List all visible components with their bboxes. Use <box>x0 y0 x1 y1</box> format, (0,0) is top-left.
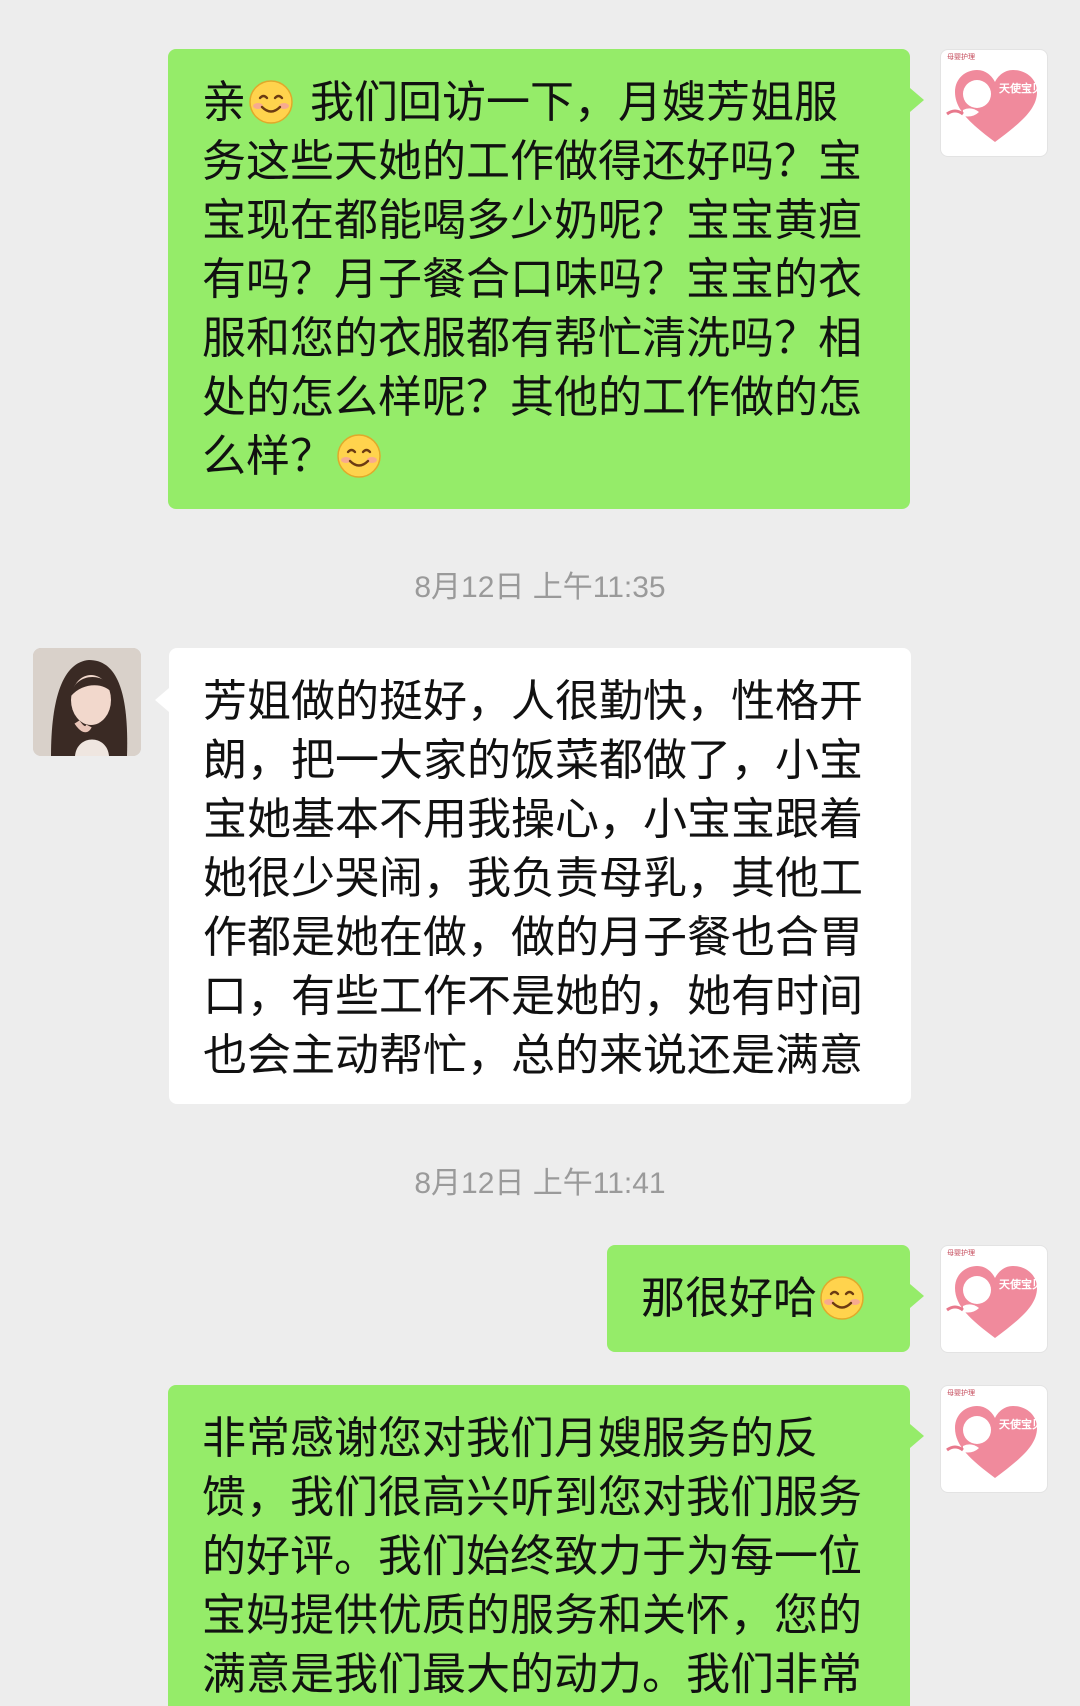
bubble-tail <box>910 1424 924 1448</box>
message-text-segment: 非常感谢您对我们月嫂服务的反馈，我们很高兴听到您对我们服务的好评。我们始终致力于… <box>202 1413 862 1700</box>
user-avatar[interactable] <box>33 648 141 756</box>
brand-heart-logo-icon <box>946 1266 1037 1338</box>
user-avatar-photo-icon <box>33 648 141 756</box>
message-bubble-outgoing[interactable]: 亲 我们回访一下，月嫂芳姐服务这些天她的工作做得还好吗？宝宝现在都能喝多少奶呢？… <box>168 49 910 509</box>
timestamp: 8月12日 上午11:41 <box>414 1167 666 1200</box>
message-text-segment: 芳姐做的挺好，人很勤快，性格开朗，把一大家的饭菜都做了，小宝宝她基本不用我操心，… <box>203 676 863 1081</box>
message-bubble-outgoing[interactable]: 非常感谢您对我们月嫂服务的反馈，我们很高兴听到您对我们服务的好评。我们始终致力于… <box>168 1385 910 1706</box>
message-bubble-outgoing[interactable]: 那很好哈 <box>607 1245 910 1352</box>
smiling-face-emoji-icon <box>820 1276 864 1320</box>
brand-name: 天使宝贝 <box>999 1418 1043 1431</box>
brand-heart-logo-icon <box>946 1406 1037 1478</box>
brand-avatar[interactable]: 母婴护理 天使宝贝 <box>940 1385 1048 1493</box>
message-text-segment: 那很好哈 <box>641 1273 817 1324</box>
message-text-segment: 亲 <box>202 77 246 128</box>
message-bubble-incoming[interactable]: 芳姐做的挺好，人很勤快，性格开朗，把一大家的饭菜都做了，小宝宝她基本不用我操心，… <box>169 648 911 1104</box>
bubble-tail <box>155 688 169 712</box>
smiling-face-emoji-icon <box>249 80 293 124</box>
brand-avatar[interactable]: 母婴护理 天使宝贝 <box>940 1245 1048 1353</box>
message-text: 芳姐做的挺好，人很勤快，性格开朗，把一大家的饭菜都做了，小宝宝她基本不用我操心，… <box>203 672 877 1085</box>
bubble-tail <box>910 88 924 112</box>
message-text: 亲 我们回访一下，月嫂芳姐服务这些天她的工作做得还好吗？宝宝现在都能喝多少奶呢？… <box>202 73 876 486</box>
brand-avatar[interactable]: 母婴护理 天使宝贝 <box>940 49 1048 157</box>
brand-heart-logo-icon <box>946 70 1037 142</box>
message-text: 那很好哈 <box>641 1269 880 1328</box>
message-text-segment: 我们回访一下，月嫂芳姐服务这些天她的工作做得还好吗？宝宝现在都能喝多少奶呢？宝宝… <box>202 77 862 482</box>
brand-name: 天使宝贝 <box>999 82 1043 95</box>
brand-name: 天使宝贝 <box>999 1278 1043 1291</box>
smiling-face-emoji-icon <box>337 434 381 478</box>
bubble-tail <box>910 1284 924 1308</box>
message-text: 非常感谢您对我们月嫂服务的反馈，我们很高兴听到您对我们服务的好评。我们始终致力于… <box>202 1409 876 1704</box>
chat-area: 亲 我们回访一下，月嫂芳姐服务这些天她的工作做得还好吗？宝宝现在都能喝多少奶呢？… <box>0 0 1080 1706</box>
timestamp: 8月12日 上午11:35 <box>414 571 666 604</box>
